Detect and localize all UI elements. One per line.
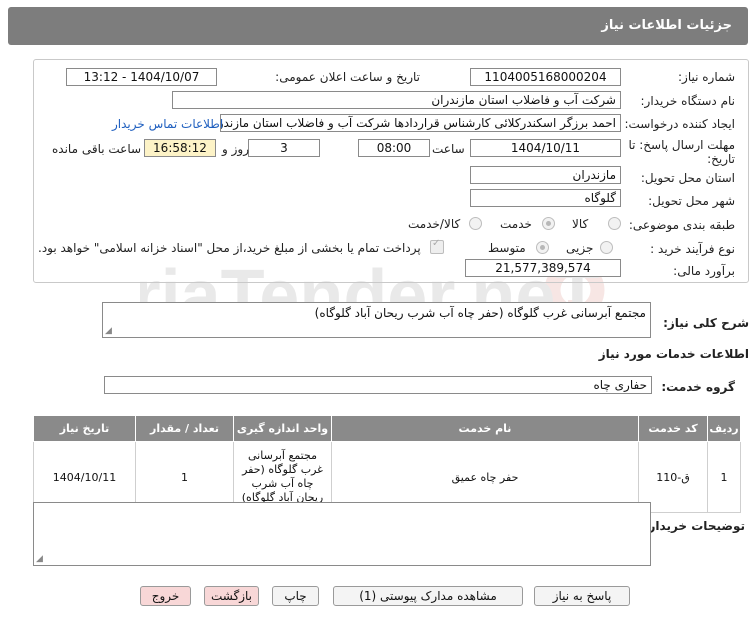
category-option-goods: کالا xyxy=(572,217,589,231)
category-option-goods-service: کالا/خدمت xyxy=(408,217,461,231)
process-label: نوع فرآیند خرید : xyxy=(650,242,735,256)
city-field: گلوگاه xyxy=(470,189,621,207)
col-need-date: تاریخ نیاز xyxy=(33,415,136,442)
buyer-label: نام دستگاه خریدار: xyxy=(640,94,736,108)
remaining-time-field: 16:58:12 xyxy=(144,139,216,157)
services-table: ردیف کد خدمت نام خدمت واحد اندازه گیری ت… xyxy=(33,415,741,513)
process-radio-medium[interactable] xyxy=(536,241,549,254)
category-option-service: خدمت xyxy=(500,217,532,231)
need-number-label: شماره نیاز: xyxy=(678,70,735,84)
view-documents-button[interactable]: مشاهده مدارک پیوستی (1) xyxy=(333,586,523,606)
deadline-label: مهلت ارسال پاسخ: تا xyxy=(628,138,735,152)
buyer-notes-text xyxy=(34,503,650,509)
category-radio-service[interactable] xyxy=(542,217,555,230)
payment-note: پرداخت تمام یا بخشی از مبلغ خرید،از محل … xyxy=(38,241,421,255)
process-option-medium: متوسط xyxy=(488,241,526,255)
days-field: 3 xyxy=(248,139,320,157)
budget-label: برآورد مالی: xyxy=(673,264,735,278)
deadline-date-label: تاریخ: xyxy=(707,152,735,166)
resize-handle-icon[interactable]: ◢ xyxy=(36,554,43,564)
contact-info-link[interactable]: اطلاعات تماس خریدار xyxy=(112,117,223,131)
exit-button[interactable]: خروج xyxy=(140,586,191,606)
creator-label: ایجاد کننده درخواست: xyxy=(624,117,735,131)
back-button[interactable]: بازگشت xyxy=(204,586,259,606)
announce-field: 1404/10/07 - 13:12 xyxy=(66,68,217,86)
print-button[interactable]: چاپ xyxy=(272,586,319,606)
resize-handle-icon[interactable]: ◢ xyxy=(105,326,112,336)
col-quantity: تعداد / مقدار xyxy=(135,415,234,442)
col-row-number: ردیف xyxy=(707,415,741,442)
summary-text: مجتمع آبرسانی غرب گلوگاه (حفر چاه آب شرب… xyxy=(314,306,646,320)
province-field: مازندران xyxy=(470,166,621,184)
buyer-notes-textarea[interactable]: ◢ xyxy=(33,502,651,566)
page-title: جزئیات اطلاعات نیاز xyxy=(8,7,748,45)
buyer-field: شرکت آب و فاضلاب استان مازندران xyxy=(172,91,621,109)
table-header-row: ردیف کد خدمت نام خدمت واحد اندازه گیری ت… xyxy=(33,415,741,442)
col-unit: واحد اندازه گیری xyxy=(233,415,332,442)
summary-textarea[interactable]: مجتمع آبرسانی غرب گلوگاه (حفر چاه آب شرب… xyxy=(102,302,651,338)
services-section-title: اطلاعات خدمات مورد نیاز xyxy=(598,347,749,361)
budget-field: 21,577,389,574 xyxy=(465,259,621,277)
reply-button[interactable]: پاسخ به نیاز xyxy=(534,586,630,606)
need-number-field: 1104005168000204 xyxy=(470,68,621,86)
category-radio-goods-service[interactable] xyxy=(469,217,482,230)
remaining-label: ساعت باقی مانده xyxy=(52,142,142,156)
time-label: ساعت xyxy=(432,142,465,156)
treasury-checkbox[interactable] xyxy=(430,238,444,254)
cell-row-number: 1 xyxy=(707,441,741,513)
deadline-date-field: 1404/10/11 xyxy=(470,139,621,157)
process-option-minor: جزیی xyxy=(566,241,594,255)
buyer-notes-label: توضیحات خریدار: xyxy=(643,519,745,533)
col-service-code: کد خدمت xyxy=(638,415,708,442)
province-label: استان محل تحویل: xyxy=(640,171,735,185)
creator-field: احمد برزگر اسکندرکلائی کارشناس قراردادها… xyxy=(220,114,621,132)
city-label: شهر محل تحویل: xyxy=(648,194,735,208)
category-label: طبقه بندی موضوعی: xyxy=(628,218,735,232)
col-service-name: نام خدمت xyxy=(331,415,639,442)
service-group-field: حفاری چاه xyxy=(104,376,652,394)
process-radio-minor[interactable] xyxy=(600,241,613,254)
announce-label: تاریخ و ساعت اعلان عمومی: xyxy=(275,70,420,84)
summary-label: شرح کلی نیاز: xyxy=(663,316,749,330)
deadline-time-field: 08:00 xyxy=(358,139,430,157)
service-group-label: گروه خدمت: xyxy=(661,380,735,394)
days-label: روز و xyxy=(222,142,249,156)
category-radio-goods[interactable] xyxy=(608,217,621,230)
